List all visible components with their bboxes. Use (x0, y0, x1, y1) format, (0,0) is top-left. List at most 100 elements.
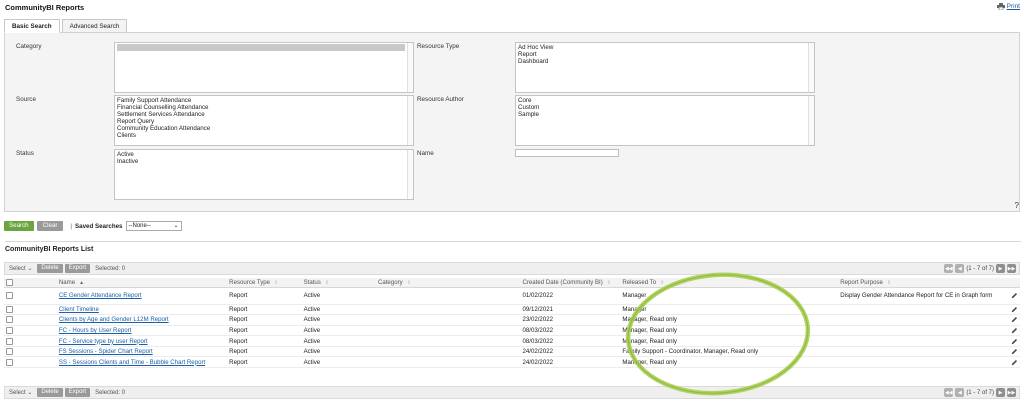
resource-type-cell: Report (227, 356, 302, 369)
report-link[interactable]: CE Gender Attendance Report (59, 292, 142, 299)
next-page-icon[interactable]: ▶ (996, 264, 1005, 273)
saved-searches-label: Saved Searches (75, 222, 123, 230)
first-page-icon[interactable]: ◀◀ (944, 264, 954, 273)
category-listbox[interactable] (114, 42, 414, 93)
last-page-icon[interactable]: ▶▶ (1007, 264, 1016, 273)
delete-button[interactable]: Delete (37, 264, 63, 273)
table-row[interactable]: Clients by Age and Gender L12M Report Re… (4, 314, 1020, 326)
column-released-to[interactable]: Released To ⇕ (620, 278, 839, 288)
edit-cell (1008, 335, 1020, 347)
select-dropdown[interactable]: Select ⌄ (9, 389, 32, 396)
report-link[interactable]: Client Timeline (59, 306, 99, 313)
column-name[interactable]: Name ▲ (18, 278, 228, 288)
row-checkbox[interactable] (6, 348, 13, 356)
resource-type-listbox[interactable]: Ad Hoc View Report Dashboard (515, 42, 815, 93)
first-page-icon[interactable]: ◀◀ (944, 388, 954, 397)
resource-type-cell: Report (227, 287, 302, 305)
clear-button[interactable]: Clear (36, 221, 64, 231)
source-option[interactable]: Community Education Attendance (117, 125, 411, 132)
source-option[interactable]: Family Support Attendance (117, 97, 411, 104)
source-option[interactable]: Financial Counselling Attendance (117, 104, 411, 111)
category-selected-option[interactable] (117, 44, 405, 51)
pencil-icon[interactable] (1011, 348, 1018, 355)
resource-type-cell: Report (227, 335, 302, 347)
source-option[interactable]: Report Query (117, 118, 411, 125)
print-link[interactable]: Print (996, 3, 1020, 10)
delete-button[interactable]: Delete (37, 388, 63, 397)
row-checkbox[interactable] (6, 326, 13, 334)
tab-basic-search[interactable]: Basic Search (4, 19, 60, 33)
category-scrollbar[interactable] (407, 43, 413, 92)
table-row[interactable]: CE Gender Attendance Report Report Activ… (4, 287, 1020, 305)
table-row[interactable]: FS Sessions - Spider Chart Report Report… (4, 346, 1020, 358)
table-row[interactable]: SS - Sessions Clients and Time - Bubble … (4, 356, 1020, 369)
select-dropdown[interactable]: Select ⌄ (9, 265, 32, 272)
resource-type-option[interactable]: Ad Hoc View (518, 44, 812, 51)
resource-author-option[interactable]: Custom (518, 104, 812, 111)
prev-page-icon[interactable]: ◀ (955, 388, 965, 397)
column-status[interactable]: Status ⇕ (301, 278, 376, 288)
select-all-checkbox[interactable] (6, 278, 13, 286)
resource-author-listbox[interactable]: Core Custom Sample (515, 95, 815, 146)
pager-text: (1 - 7 of 7) (966, 265, 994, 272)
row-checkbox[interactable] (6, 358, 13, 366)
source-listbox[interactable]: Family Support Attendance Financial Coun… (114, 95, 414, 146)
source-scrollbar[interactable] (407, 96, 413, 145)
source-option[interactable]: Settlement Services Attendance (117, 111, 411, 118)
pencil-icon[interactable] (1011, 327, 1018, 334)
resource-type-option[interactable]: Report (518, 51, 812, 58)
row-checkbox[interactable] (6, 305, 13, 313)
table-row[interactable]: Client Timeline Report Active 09/12/2021… (4, 304, 1020, 316)
help-icon[interactable]: ? (1015, 201, 1019, 210)
report-link[interactable]: FS Sessions - Spider Chart Report (59, 348, 153, 355)
pencil-icon[interactable] (1011, 292, 1018, 299)
column-category[interactable]: Category ⇕ (375, 278, 521, 288)
resource-author-scrollbar[interactable] (808, 96, 814, 145)
status-option[interactable]: Inactive (117, 158, 411, 165)
table-row[interactable]: FC - Service type by user Report Report … (4, 335, 1020, 347)
list-toolbar-bottom: Select ⌄ Delete Export Selected: 0 ◀◀ ◀ … (4, 386, 1020, 399)
report-link[interactable]: SS - Sessions Clients and Time - Bubble … (59, 359, 205, 366)
status-scrollbar[interactable] (407, 150, 413, 199)
source-option[interactable]: Clients (117, 132, 411, 139)
category-cell (375, 346, 521, 358)
next-page-icon[interactable]: ▶ (996, 388, 1005, 397)
pencil-icon[interactable] (1011, 359, 1018, 366)
column-resource-type[interactable]: Resource Type ⇕ (227, 278, 302, 288)
pencil-icon[interactable] (1011, 338, 1018, 345)
select-all-cell (4, 278, 19, 288)
row-checkbox[interactable] (6, 291, 13, 299)
row-checkbox[interactable] (6, 337, 13, 345)
resource-author-option[interactable]: Sample (518, 111, 812, 118)
status-listbox[interactable]: Active Inactive (114, 149, 414, 200)
row-checkbox-cell (4, 346, 19, 358)
table-row[interactable]: FC - Hours by User Report Report Active … (4, 325, 1020, 337)
row-checkbox-cell (4, 287, 19, 305)
status-cell: Active (301, 304, 376, 316)
edit-cell (1008, 304, 1020, 316)
name-input[interactable] (515, 149, 619, 157)
column-report-purpose[interactable]: Report Purpose ⇕ (838, 278, 1009, 288)
list-title: CommunityBI Reports List (5, 241, 1021, 253)
report-link[interactable]: FC - Service type by user Report (59, 338, 148, 345)
export-button[interactable]: Export (64, 388, 91, 397)
column-created-date[interactable]: Created Date (Community BI) ⇕ (520, 278, 621, 288)
row-checkbox[interactable] (6, 316, 13, 324)
saved-searches-select[interactable]: --None-- ⌄ (125, 221, 182, 231)
pencil-icon[interactable] (1011, 316, 1018, 323)
search-button[interactable]: Search (4, 221, 34, 231)
resource-type-scrollbar[interactable] (808, 43, 814, 92)
tab-advanced-search[interactable]: Advanced Search (61, 19, 128, 33)
resource-type-option[interactable]: Dashboard (518, 58, 812, 65)
resource-author-option[interactable]: Core (518, 97, 812, 104)
last-page-icon[interactable]: ▶▶ (1007, 388, 1016, 397)
report-link[interactable]: FC - Hours by User Report (59, 327, 131, 334)
report-link[interactable]: Clients by Age and Gender L12M Report (59, 316, 169, 323)
prev-page-icon[interactable]: ◀ (955, 264, 965, 273)
name-cell: FC - Hours by User Report (18, 325, 228, 337)
created-date-cell: 23/02/2022 (520, 314, 621, 326)
pencil-icon[interactable] (1011, 306, 1018, 313)
resource-type-cell: Report (227, 346, 302, 358)
export-button[interactable]: Export (64, 264, 91, 273)
status-option[interactable]: Active (117, 151, 411, 158)
